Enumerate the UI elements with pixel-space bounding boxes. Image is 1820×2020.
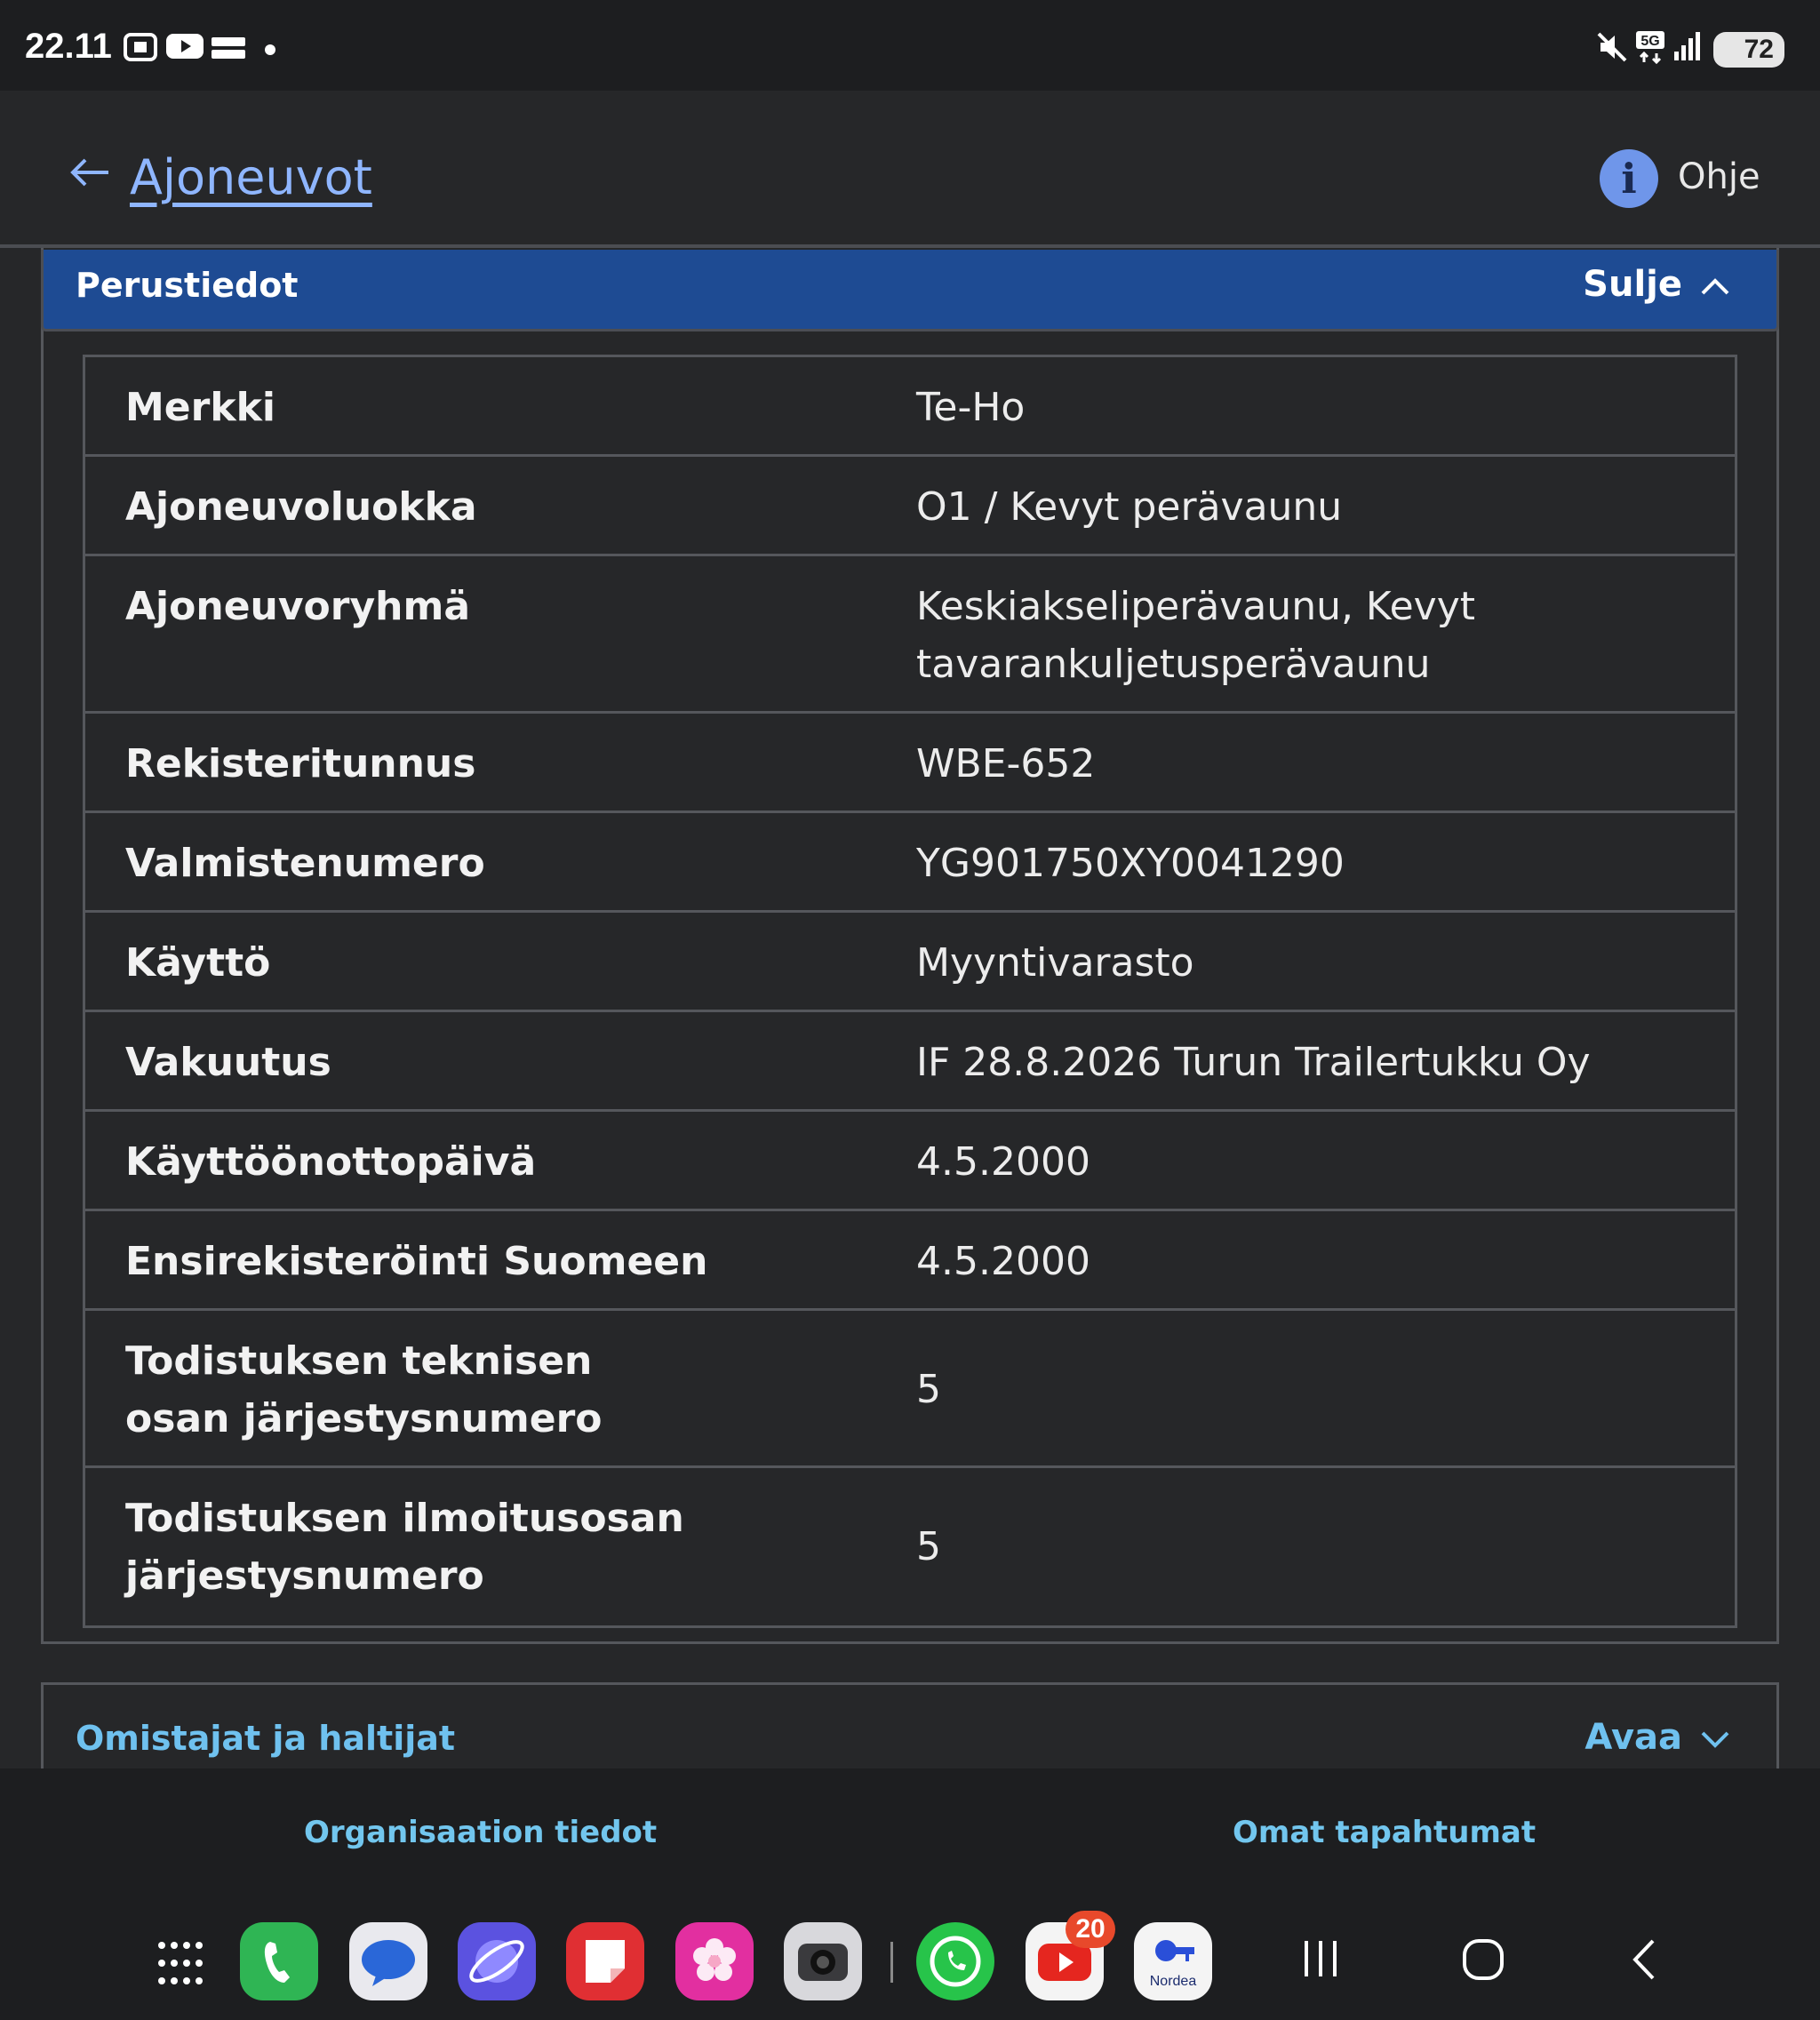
home-button[interactable]	[1461, 1937, 1505, 1985]
table-row: Rekisteritunnus WBE-652	[85, 714, 1735, 813]
nordea-icon[interactable]: Nordea	[1134, 1922, 1212, 2000]
row-label: Käyttöönottopäivä	[125, 1139, 537, 1185]
row-value: WBE-652	[916, 741, 1096, 786]
phone-icon[interactable]	[240, 1922, 318, 2000]
status-time: 22.11	[25, 27, 112, 66]
table-row: Valmistenumero YG901750XY0041290	[85, 813, 1735, 913]
back-button[interactable]	[1628, 1937, 1660, 1985]
row-value: 5	[916, 1367, 941, 1412]
basic-info-header[interactable]: Perustiedot Sulje	[41, 250, 1779, 331]
gallery-icon[interactable]	[675, 1922, 754, 2000]
back-link[interactable]: Ajoneuvot	[130, 149, 372, 205]
screenshot-icon	[123, 30, 158, 68]
camera-icon[interactable]	[784, 1922, 862, 2000]
5g-icon: 5G	[1635, 30, 1665, 68]
apps-grid-icon[interactable]	[156, 1940, 203, 1990]
row-value: 4.5.2000	[916, 1239, 1090, 1284]
expand-label: Avaa	[1585, 1717, 1682, 1758]
organisation-info-link[interactable]: Organisaation tiedot	[304, 1815, 657, 1850]
row-label: Merkki	[125, 385, 275, 430]
row-value: IF 28.8.2026 Turun Trailertukku Oy	[916, 1040, 1591, 1085]
basic-info-title: Perustiedot	[76, 266, 299, 305]
row-label: Ajoneuvoluokka	[125, 484, 477, 530]
own-events-link[interactable]: Omat tapahtumat	[1233, 1815, 1536, 1850]
row-value: Te-Ho	[916, 385, 1026, 430]
mute-icon	[1595, 30, 1629, 68]
youtube-status-icon	[165, 30, 204, 66]
row-label: Rekisteritunnus	[125, 741, 476, 786]
chevron-up-icon	[1700, 264, 1730, 305]
notes-icon[interactable]	[566, 1922, 644, 2000]
table-row: Ajoneuvoryhmä Keskiakseliperävaunu, Kevy…	[85, 556, 1735, 714]
owners-section-header[interactable]: Omistajat ja haltijat Avaa	[41, 1682, 1779, 1771]
row-label: Valmistenumero	[125, 841, 485, 886]
row-label: Ajoneuvoryhmä	[125, 584, 471, 629]
row-value: Myyntivarasto	[916, 940, 1194, 986]
collapse-button[interactable]: Sulje	[1583, 264, 1730, 305]
row-value: Keskiakseliperävaunu, Kevyt tavarankulje…	[916, 584, 1475, 687]
table-row: Todistuksen teknisen osan järjestysnumer…	[85, 1311, 1735, 1468]
signal-icon	[1672, 30, 1703, 66]
row-label: Todistuksen ilmoitusosan järjestysnumero	[125, 1496, 684, 1599]
recent-apps-button[interactable]	[1299, 1937, 1342, 1984]
table-row: Vakuutus IF 28.8.2026 Turun Trailertukku…	[85, 1012, 1735, 1112]
app-header: Ajoneuvot i Ohje	[0, 91, 1820, 246]
dock-separator	[890, 1942, 893, 1983]
row-label: Todistuksen teknisen osan järjestysnumer…	[125, 1338, 603, 1441]
table-row: Käyttö Myyntivarasto	[85, 913, 1735, 1012]
row-value: YG901750XY0041290	[916, 841, 1345, 886]
row-value: 4.5.2000	[916, 1139, 1090, 1185]
internet-icon[interactable]	[458, 1922, 536, 2000]
status-bar: 22.11 5G 72	[0, 0, 1820, 91]
row-value: O1 / Kevyt perävaunu	[916, 484, 1343, 530]
back-arrow-icon[interactable]	[68, 155, 112, 194]
help-label[interactable]: Ohje	[1678, 156, 1760, 197]
whatsapp-icon[interactable]	[916, 1922, 994, 2000]
table-row: Todistuksen ilmoitusosan järjestysnumero…	[85, 1468, 1735, 1625]
table-row: Ensirekisteröinti Suomeen 4.5.2000	[85, 1211, 1735, 1311]
basic-info-table: Merkki Te-Ho Ajoneuvoluokka O1 / Kevyt p…	[83, 355, 1737, 1628]
svg-text:5G: 5G	[1640, 34, 1659, 49]
chevron-down-icon	[1700, 1717, 1730, 1758]
messages-icon[interactable]	[349, 1922, 427, 2000]
notification-badge: 20	[1066, 1911, 1115, 1948]
notification-dot	[265, 44, 275, 55]
row-label: Käyttö	[125, 940, 271, 986]
row-label: Ensirekisteröinti Suomeen	[125, 1239, 708, 1284]
expand-button[interactable]: Avaa	[1585, 1717, 1730, 1758]
owners-title: Omistajat ja haltijat	[76, 1719, 456, 1758]
row-label: Vakuutus	[125, 1040, 331, 1085]
table-row: Ajoneuvoluokka O1 / Kevyt perävaunu	[85, 457, 1735, 556]
battery-indicator: 72	[1713, 32, 1784, 68]
row-value: 5	[916, 1524, 941, 1569]
collapse-label: Sulje	[1583, 264, 1682, 305]
info-icon[interactable]: i	[1600, 149, 1658, 208]
table-row: Käyttöönottopäivä 4.5.2000	[85, 1112, 1735, 1211]
table-row: Merkki Te-Ho	[85, 357, 1735, 457]
nordea-label: Nordea	[1149, 1974, 1197, 1989]
temu-icon	[210, 36, 247, 66]
